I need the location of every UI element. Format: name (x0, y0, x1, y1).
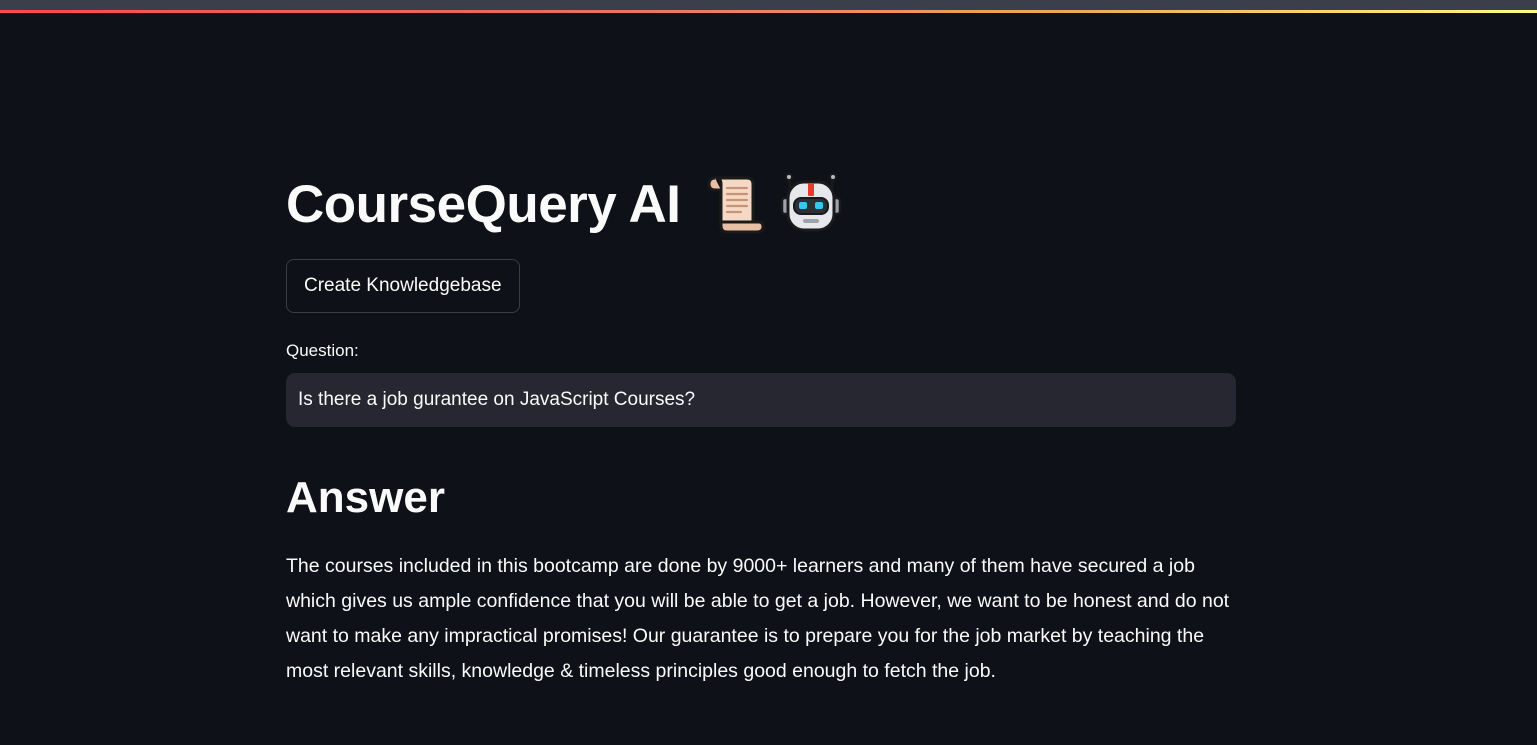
page-title: CourseQuery AI (286, 174, 681, 234)
answer-text: The courses included in this bootcamp ar… (286, 555, 1230, 682)
page-title-row: CourseQuery AI (286, 168, 843, 240)
answer-heading: Answer (286, 473, 445, 522)
question-label: Question: (286, 341, 359, 360)
top-header-bar (0, 0, 1537, 10)
create-knowledgebase-button[interactable]: Create Knowledgebase (286, 259, 520, 313)
question-input[interactable]: Is there a job gurantee on JavaScript Co… (286, 373, 1236, 427)
robot-icon (779, 172, 843, 236)
top-decoration-line (0, 10, 1537, 13)
scroll-icon (701, 172, 765, 236)
